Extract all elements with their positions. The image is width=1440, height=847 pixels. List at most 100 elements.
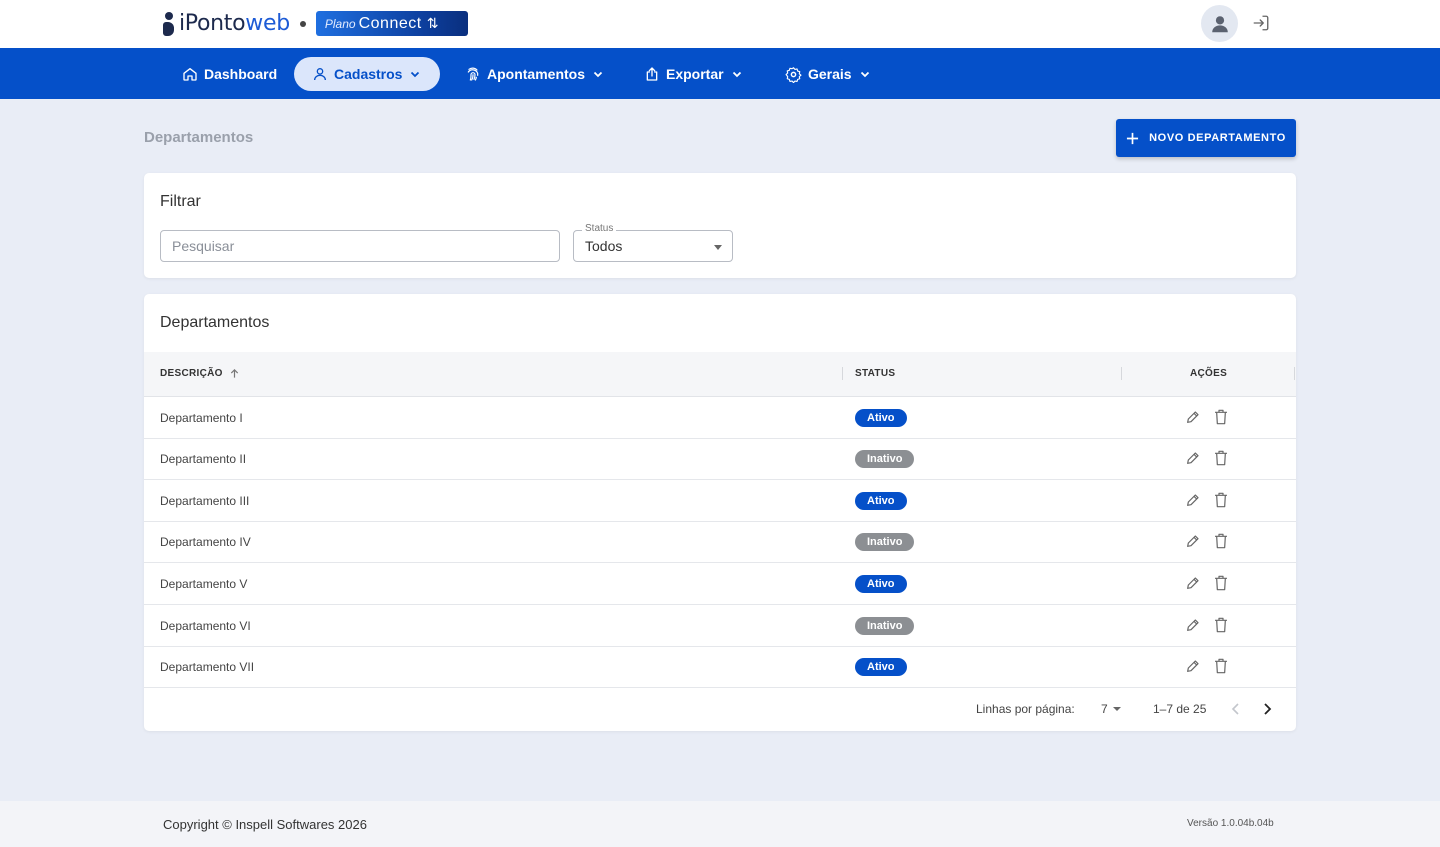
status-select[interactable]: Status Todos — [573, 223, 733, 262]
home-icon — [183, 68, 197, 81]
sort-ascending-icon — [230, 368, 238, 378]
status-select-label: Status — [582, 223, 617, 234]
column-actions-label: AÇÕES — [1190, 368, 1228, 379]
delete-trash-icon[interactable] — [1213, 491, 1229, 509]
nav-cadastros[interactable]: Cadastros — [294, 57, 440, 91]
nav-apontamentos-label: Apontamentos — [487, 66, 585, 82]
edit-pencil-icon[interactable] — [1185, 575, 1201, 591]
column-header-actions: AÇÕES — [1190, 368, 1227, 379]
new-department-label: NOVO DEPARTAMENTO — [1149, 132, 1286, 144]
table-row: Departamento IV Inativo — [144, 521, 1296, 563]
chevron-down-icon — [732, 71, 741, 78]
delete-trash-icon[interactable] — [1213, 449, 1229, 467]
nav-cadastros-label: Cadastros — [334, 66, 403, 82]
nav-exportar-label: Exportar — [666, 66, 724, 82]
chevron-down-icon — [860, 71, 869, 78]
delete-trash-icon[interactable] — [1213, 657, 1229, 675]
plus-icon — [1127, 132, 1139, 144]
status-badge: Inativo — [855, 533, 915, 551]
column-description-label: DESCRIÇÃO — [160, 368, 223, 379]
rows-per-page-select[interactable]: 7 — [1101, 702, 1121, 716]
pagination-range: 1–7 de 25 — [1153, 702, 1207, 716]
footer: Copyright © Inspell Softwares 2026 Versã… — [0, 801, 1440, 847]
top-header: iPontoweb Plano Connect ⇅ — [0, 0, 1440, 48]
delete-trash-icon[interactable] — [1213, 408, 1229, 426]
column-separator — [1294, 367, 1295, 380]
export-icon — [646, 67, 658, 81]
department-description: Departamento VII — [160, 660, 255, 674]
table-header: DESCRIÇÃO STATUS AÇÕES — [144, 352, 1296, 397]
table-row: Departamento VII Ativo — [144, 646, 1296, 688]
plan-prefix: Plano — [324, 16, 356, 31]
nav-exportar[interactable]: Exportar — [634, 57, 752, 91]
main-nav: Dashboard Cadastros Apontamentos Exporta… — [0, 48, 1440, 99]
edit-pencil-icon[interactable] — [1185, 533, 1201, 549]
search-input[interactable] — [160, 230, 560, 262]
gear-icon — [785, 66, 802, 83]
chevron-left-icon[interactable] — [1230, 702, 1242, 716]
logo-separator — [299, 20, 306, 27]
status-badge: Ativo — [855, 575, 907, 593]
column-status-label: STATUS — [855, 368, 896, 379]
department-description: Departamento V — [160, 577, 248, 591]
edit-pencil-icon[interactable] — [1185, 409, 1201, 425]
edit-pencil-icon[interactable] — [1185, 450, 1201, 466]
copyright-text: Copyright © Inspell Softwares 2026 — [163, 817, 367, 832]
table-row: Departamento VI Inativo — [144, 605, 1296, 647]
filter-title: Filtrar — [160, 193, 201, 210]
nav-dashboard-label: Dashboard — [204, 66, 278, 82]
status-select-value: Todos — [585, 238, 623, 254]
edit-pencil-icon[interactable] — [1185, 658, 1201, 674]
table-row: Departamento I Ativo — [144, 397, 1296, 439]
logo-text-part2: web — [245, 11, 290, 36]
fingerprint-icon — [467, 67, 479, 81]
delete-trash-icon[interactable] — [1213, 616, 1229, 634]
edit-pencil-icon[interactable] — [1185, 492, 1201, 508]
person-icon — [1211, 15, 1228, 32]
nav-gerais-label: Gerais — [808, 66, 852, 82]
delete-trash-icon[interactable] — [1213, 532, 1229, 550]
table-row: Departamento II Inativo — [144, 438, 1296, 480]
department-description: Departamento IV — [160, 535, 251, 549]
column-separator — [1121, 367, 1122, 380]
chevron-down-icon — [411, 71, 420, 78]
app-logo[interactable]: iPontoweb Plano Connect ⇅ — [162, 11, 468, 36]
version-text: Versão 1.0.04b.04b — [1187, 818, 1274, 829]
plan-arrows-icon: ⇅ — [426, 15, 439, 31]
nav-dashboard[interactable]: Dashboard — [172, 57, 287, 91]
department-description: Departamento VI — [160, 619, 251, 633]
department-description: Departamento II — [160, 452, 247, 466]
table-row: Departamento III Ativo — [144, 480, 1296, 522]
dropdown-arrow-icon — [1112, 707, 1121, 711]
status-badge: Ativo — [855, 409, 907, 427]
edit-pencil-icon[interactable] — [1185, 617, 1201, 633]
column-separator — [842, 367, 843, 380]
status-badge: Ativo — [855, 658, 907, 676]
plan-badge: Plano Connect ⇅ — [315, 11, 468, 36]
rows-per-page-label: Linhas por página: — [976, 702, 1075, 716]
status-badge: Inativo — [855, 450, 915, 468]
status-badge: Inativo — [855, 617, 915, 635]
logo-text-part1: iPonto — [179, 11, 246, 36]
table-title: Departamentos — [160, 314, 270, 331]
plan-name: Connect — [358, 14, 422, 32]
user-avatar[interactable] — [1201, 5, 1238, 42]
table-row: Departamento V Ativo — [144, 563, 1296, 605]
chevron-right-icon[interactable] — [1261, 702, 1273, 716]
page-title: Departamentos — [144, 129, 254, 146]
column-header-description[interactable]: DESCRIÇÃO — [160, 368, 240, 379]
department-description: Departamento III — [160, 494, 250, 508]
filter-card: Filtrar Status Todos — [144, 173, 1296, 278]
logout-icon[interactable] — [1252, 14, 1270, 32]
user-icon — [314, 68, 326, 81]
logo-text: iPontoweb — [179, 11, 290, 36]
new-department-button[interactable]: NOVO DEPARTAMENTO — [1116, 119, 1296, 157]
department-description: Departamento I — [160, 411, 243, 425]
delete-trash-icon[interactable] — [1213, 574, 1229, 592]
nav-apontamentos[interactable]: Apontamentos — [455, 57, 613, 91]
chevron-down-icon — [593, 71, 603, 78]
logo-mark-icon — [162, 11, 176, 36]
nav-gerais[interactable]: Gerais — [775, 57, 880, 91]
rows-per-page-value: 7 — [1101, 702, 1108, 716]
column-header-status[interactable]: STATUS — [855, 368, 895, 379]
